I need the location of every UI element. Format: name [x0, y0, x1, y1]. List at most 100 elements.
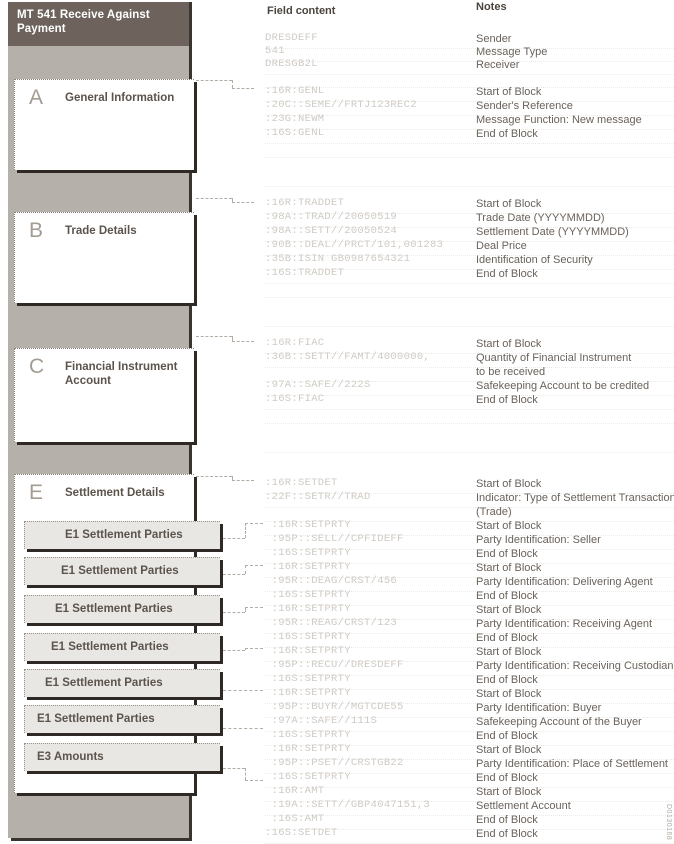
connector-line [232, 341, 254, 342]
subblock-e1-settlement-parties[interactable]: E1 Settlement Parties [24, 521, 220, 549]
connector-line [223, 538, 245, 539]
note-cell: End of Block [476, 772, 538, 784]
connector-line [196, 80, 232, 81]
note-cell: Party Identification: Receiving Agent [476, 618, 653, 630]
note-cell: Start of Block [476, 744, 542, 756]
field-content-cell: :16S:SETPRTY [265, 729, 351, 741]
table-row [265, 170, 674, 187]
field-content-cell: :16R:SETPRTY [265, 645, 351, 657]
field-content-cell: :16S:TRADDET [265, 267, 345, 279]
note-cell: Receiver [476, 59, 520, 71]
note-cell: Trade Date (YYYYMMDD) [476, 212, 605, 224]
subblock-e3-amounts[interactable]: E3 Amounts [24, 743, 220, 771]
note-cell: End of Block [476, 814, 538, 826]
connector-line [232, 480, 254, 481]
row-rule [265, 452, 674, 453]
connector-line [223, 768, 245, 769]
field-content-cell: :36B::SETT//FAMT/4000000, [265, 351, 431, 363]
block-c-financial-instrument-account[interactable]: C Financial Instrument Account [14, 348, 194, 442]
note-cell: End of Block [476, 674, 538, 686]
field-content-cell: DRESDEFF [265, 32, 318, 44]
note-cell: Start of Block [476, 478, 542, 490]
subblock-label: E1 Settlement Parties [61, 565, 179, 577]
note-cell: Start of Block [476, 198, 542, 210]
field-content-cell: :98A::TRAD//20050519 [265, 211, 398, 223]
table-row [265, 141, 674, 158]
note-cell: Party Identification: Receiving Custodia… [476, 660, 674, 672]
subblock-e1-settlement-parties[interactable]: E1 Settlement Parties [24, 705, 220, 733]
connector-line [245, 523, 263, 524]
connector-line [232, 202, 254, 203]
note-cell: Indicator: Type of Settlement Transactio… [476, 492, 674, 504]
connector-line [196, 336, 232, 337]
block-a-general-information[interactable]: A General Information [14, 79, 194, 170]
subblock-e1-settlement-parties[interactable]: E1 Settlement Parties [24, 557, 220, 585]
field-content-cell: :35B:ISIN GB0987654321 [265, 253, 411, 265]
field-content-cell: :16R:SETPRTY [265, 519, 351, 531]
field-content-cell: :16R:SETPRTY [265, 603, 351, 615]
connector-line [245, 780, 263, 781]
note-cell: End of Block [476, 548, 538, 560]
field-content-cell: :16R:SETDET [265, 477, 338, 489]
field-content-cell: :97A::SAFE//111S [265, 715, 378, 727]
block-label: General Information [65, 92, 175, 104]
subblock-label: E1 Settlement Parties [65, 529, 183, 541]
document-code: D0130168 [665, 803, 672, 840]
note-cell: (Trade) [476, 506, 512, 518]
field-content-cell: :16S:SETPRTY [265, 771, 351, 783]
subblock-e1-settlement-parties[interactable]: E1 Settlement Parties [24, 595, 220, 623]
block-letter: C [29, 355, 45, 378]
note-cell: Safekeeping Account to be credited [476, 380, 650, 392]
block-label: Trade Details [65, 225, 137, 237]
connector-line [245, 565, 263, 566]
connector-line [245, 768, 246, 780]
connector-line [223, 690, 263, 691]
subblock-e1-settlement-parties[interactable]: E1 Settlement Parties [24, 669, 220, 697]
field-content-cell: :16R:FIAC [265, 337, 325, 349]
column-header-field-content: Field content [267, 5, 336, 17]
block-letter: E [29, 481, 44, 504]
field-content-cell: :22F::SETR//TRAD [265, 491, 371, 503]
note-cell: Start of Block [476, 338, 542, 350]
field-content-cell: :16S:FIAC [265, 393, 325, 405]
field-content-cell: :16R:GENL [265, 85, 325, 97]
note-cell: Start of Block [476, 786, 542, 798]
field-content-cell: :16R:SETPRTY [265, 687, 351, 699]
subblock-label: E3 Amounts [37, 751, 104, 763]
field-content-cell: :16S:GENL [265, 127, 325, 139]
note-cell: Sender [476, 33, 512, 45]
block-letter: A [29, 86, 44, 109]
note-cell: Party Identification: Place of Settlemen… [476, 758, 668, 770]
field-content-cell: :16S:SETPRTY [265, 547, 351, 559]
note-cell: Party Identification: Delivering Agent [476, 576, 653, 588]
note-cell: Deal Price [476, 240, 527, 252]
row-rule [265, 297, 674, 298]
subblock-label: E1 Settlement Parties [37, 713, 155, 725]
field-content-cell: 541 [265, 45, 285, 57]
note-cell: End of Block [476, 128, 538, 140]
column-header-notes: Notes [476, 1, 507, 13]
row-rule [265, 423, 674, 424]
note-cell: Party Identification: Buyer [476, 702, 602, 714]
field-content-cell: :19A::SETT//GBP4047151,3 [265, 799, 431, 811]
note-cell: Start of Block [476, 604, 542, 616]
message-structure-diagram: MT 541 Receive Against Payment A General… [0, 0, 254, 844]
field-content-cell: :23G:NEWM [265, 113, 325, 125]
row-rule [265, 186, 674, 187]
note-cell: Party Identification: Seller [476, 534, 601, 546]
field-content-cell: :16R:SETPRTY [265, 743, 351, 755]
note-cell: End of Block [476, 590, 538, 602]
block-b-trade-details[interactable]: B Trade Details [14, 212, 194, 303]
subblock-e1-settlement-parties[interactable]: E1 Settlement Parties [24, 633, 220, 661]
table-row [265, 281, 674, 298]
field-content-cell: :95P::RECU//DRESDEFF [265, 659, 404, 671]
connector-line [245, 607, 263, 608]
field-content-cell: :16S:SETPRTY [265, 673, 351, 685]
field-content-cell: :97A::SAFE//222S [265, 379, 371, 391]
connector-line [223, 728, 263, 729]
note-cell: End of Block [476, 394, 538, 406]
field-content-cell: :16S:SETPRTY [265, 589, 351, 601]
field-content-cell: :95P::SELL//CPFIDEFF [265, 533, 404, 545]
field-content-cell: :16S:AMT [265, 813, 325, 825]
connector-line [223, 574, 245, 575]
